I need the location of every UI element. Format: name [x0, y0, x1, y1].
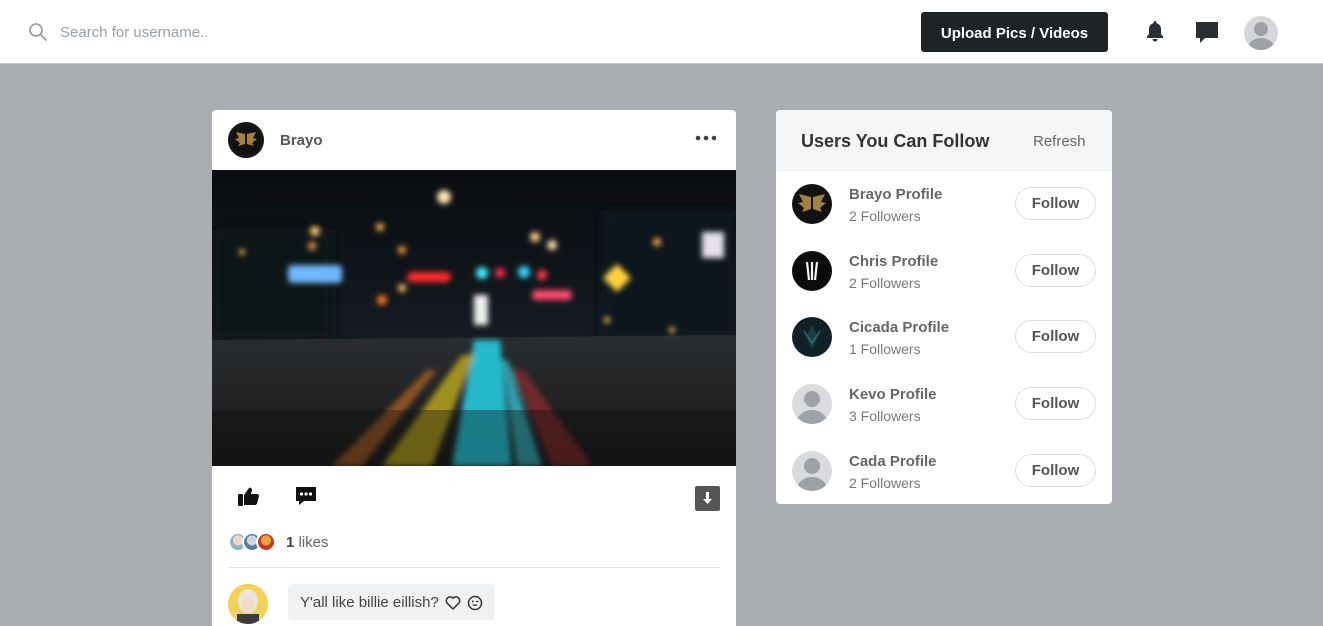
likes-text: 1 likes [286, 534, 329, 551]
suggested-user: Cada Profile 2 Followers Follow [776, 451, 1112, 504]
post-actions [212, 466, 736, 526]
search-bar [28, 20, 360, 44]
user-name[interactable]: Kevo Profile [849, 386, 937, 403]
top-navbar: Upload Pics / Videos [0, 0, 1323, 64]
upload-button[interactable]: Upload Pics / Videos [921, 12, 1108, 52]
heart-icon[interactable] [445, 595, 461, 610]
likes-summary[interactable]: 1 likes [228, 530, 329, 554]
suggested-user: Cicada Profile 1 Followers Follow [776, 317, 1112, 383]
avatar[interactable] [1244, 16, 1278, 50]
search-icon[interactable] [28, 22, 48, 42]
divider [228, 567, 720, 568]
liker-avatar [256, 532, 276, 552]
suggested-user: Chris Profile 2 Followers Follow [776, 251, 1112, 317]
user-avatar[interactable] [792, 184, 832, 224]
user-name[interactable]: Brayo Profile [849, 186, 942, 203]
likes-label: likes [294, 533, 329, 551]
wink-emoji-icon[interactable] [467, 595, 483, 611]
suggested-user: Kevo Profile 3 Followers Follow [776, 384, 1112, 450]
search-input[interactable] [60, 23, 360, 41]
post-username[interactable]: Brayo [280, 132, 323, 149]
user-name[interactable]: Cicada Profile [849, 319, 949, 336]
thumbs-up-icon[interactable] [234, 482, 262, 510]
follow-button[interactable]: Follow [1015, 454, 1096, 487]
user-avatar[interactable] [792, 317, 832, 357]
download-icon[interactable] [695, 486, 720, 511]
refresh-link[interactable]: Refresh [1033, 133, 1086, 150]
follow-button[interactable]: Follow [1015, 320, 1096, 353]
more-horizontal-icon[interactable] [694, 130, 718, 146]
commenter-avatar[interactable] [228, 584, 268, 624]
user-followers: 2 Followers [849, 475, 921, 491]
user-followers: 2 Followers [849, 275, 921, 291]
user-followers: 2 Followers [849, 208, 921, 224]
follow-button[interactable]: Follow [1015, 187, 1096, 220]
follow-button[interactable]: Follow [1015, 254, 1096, 287]
suggested-users-title: Users You Can Follow [801, 131, 990, 151]
post-card: Brayo 1 likes Y'all like billie eillish? [212, 110, 736, 626]
post-author-avatar[interactable] [228, 122, 264, 158]
user-name[interactable]: Chris Profile [849, 253, 938, 270]
comment-bubble: Y'all like billie eillish? [288, 584, 495, 620]
suggested-user: Brayo Profile 2 Followers Follow [776, 184, 1112, 250]
user-avatar[interactable] [792, 451, 832, 491]
follow-button[interactable]: Follow [1015, 387, 1096, 420]
post-header: Brayo [212, 110, 736, 170]
user-avatar[interactable] [792, 251, 832, 291]
user-name[interactable]: Cada Profile [849, 453, 937, 470]
user-followers: 1 Followers [849, 341, 921, 357]
chat-icon[interactable] [1193, 18, 1221, 46]
user-avatar[interactable] [792, 384, 832, 424]
suggested-users-header: Users You Can Follow Refresh [776, 110, 1112, 171]
bell-icon[interactable] [1143, 18, 1167, 44]
post-image[interactable] [212, 170, 736, 466]
comment: Y'all like billie eillish? [228, 584, 495, 624]
suggested-users-panel: Users You Can Follow Refresh Brayo Profi… [776, 110, 1112, 504]
user-followers: 3 Followers [849, 408, 921, 424]
comment-icon[interactable] [292, 482, 320, 510]
comment-text: Y'all like billie eillish? [300, 594, 439, 611]
